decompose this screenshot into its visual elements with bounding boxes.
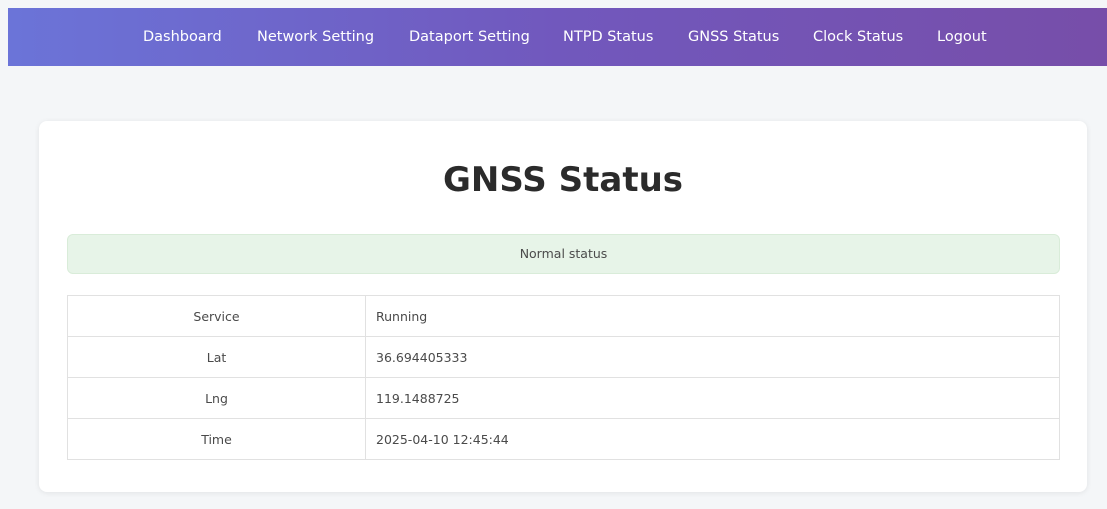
- nav-dashboard-link[interactable]: Dashboard: [143, 8, 222, 66]
- nav-ntpd-status-link[interactable]: NTPD Status: [563, 8, 653, 66]
- table-value-cell: 36.694405333: [365, 336, 1060, 378]
- page-title: GNSS Status: [442, 160, 684, 200]
- nav-network-setting-link[interactable]: Network Setting: [257, 8, 374, 66]
- nav-gnss-status-link[interactable]: GNSS Status: [688, 8, 779, 66]
- gnss-info-table: Service Running Lat 36.694405333 Lng 119…: [67, 295, 1060, 460]
- table-value-cell: Running: [365, 295, 1060, 337]
- table-row-lng: Lng 119.1488725: [67, 377, 1060, 419]
- nav-logout-link[interactable]: Logout: [937, 8, 987, 66]
- gnss-status-card: GNSS Status Normal status Service Runnin…: [39, 121, 1087, 492]
- status-banner: Normal status: [67, 234, 1060, 274]
- table-value-cell: 2025-04-10 12:45:44: [365, 418, 1060, 460]
- table-value-cell: 119.1488725: [365, 377, 1060, 419]
- top-navbar: Dashboard Network Setting Dataport Setti…: [8, 8, 1107, 66]
- table-row-time: Time 2025-04-10 12:45:44: [67, 418, 1060, 460]
- table-key-cell: Lat: [67, 336, 366, 378]
- table-key-cell: Time: [67, 418, 366, 460]
- table-key-cell: Service: [67, 295, 366, 337]
- nav-dataport-setting-link[interactable]: Dataport Setting: [409, 8, 530, 66]
- table-row-lat: Lat 36.694405333: [67, 336, 1060, 378]
- table-key-cell: Lng: [67, 377, 366, 419]
- table-row-service: Service Running: [67, 295, 1060, 337]
- nav-clock-status-link[interactable]: Clock Status: [813, 8, 903, 66]
